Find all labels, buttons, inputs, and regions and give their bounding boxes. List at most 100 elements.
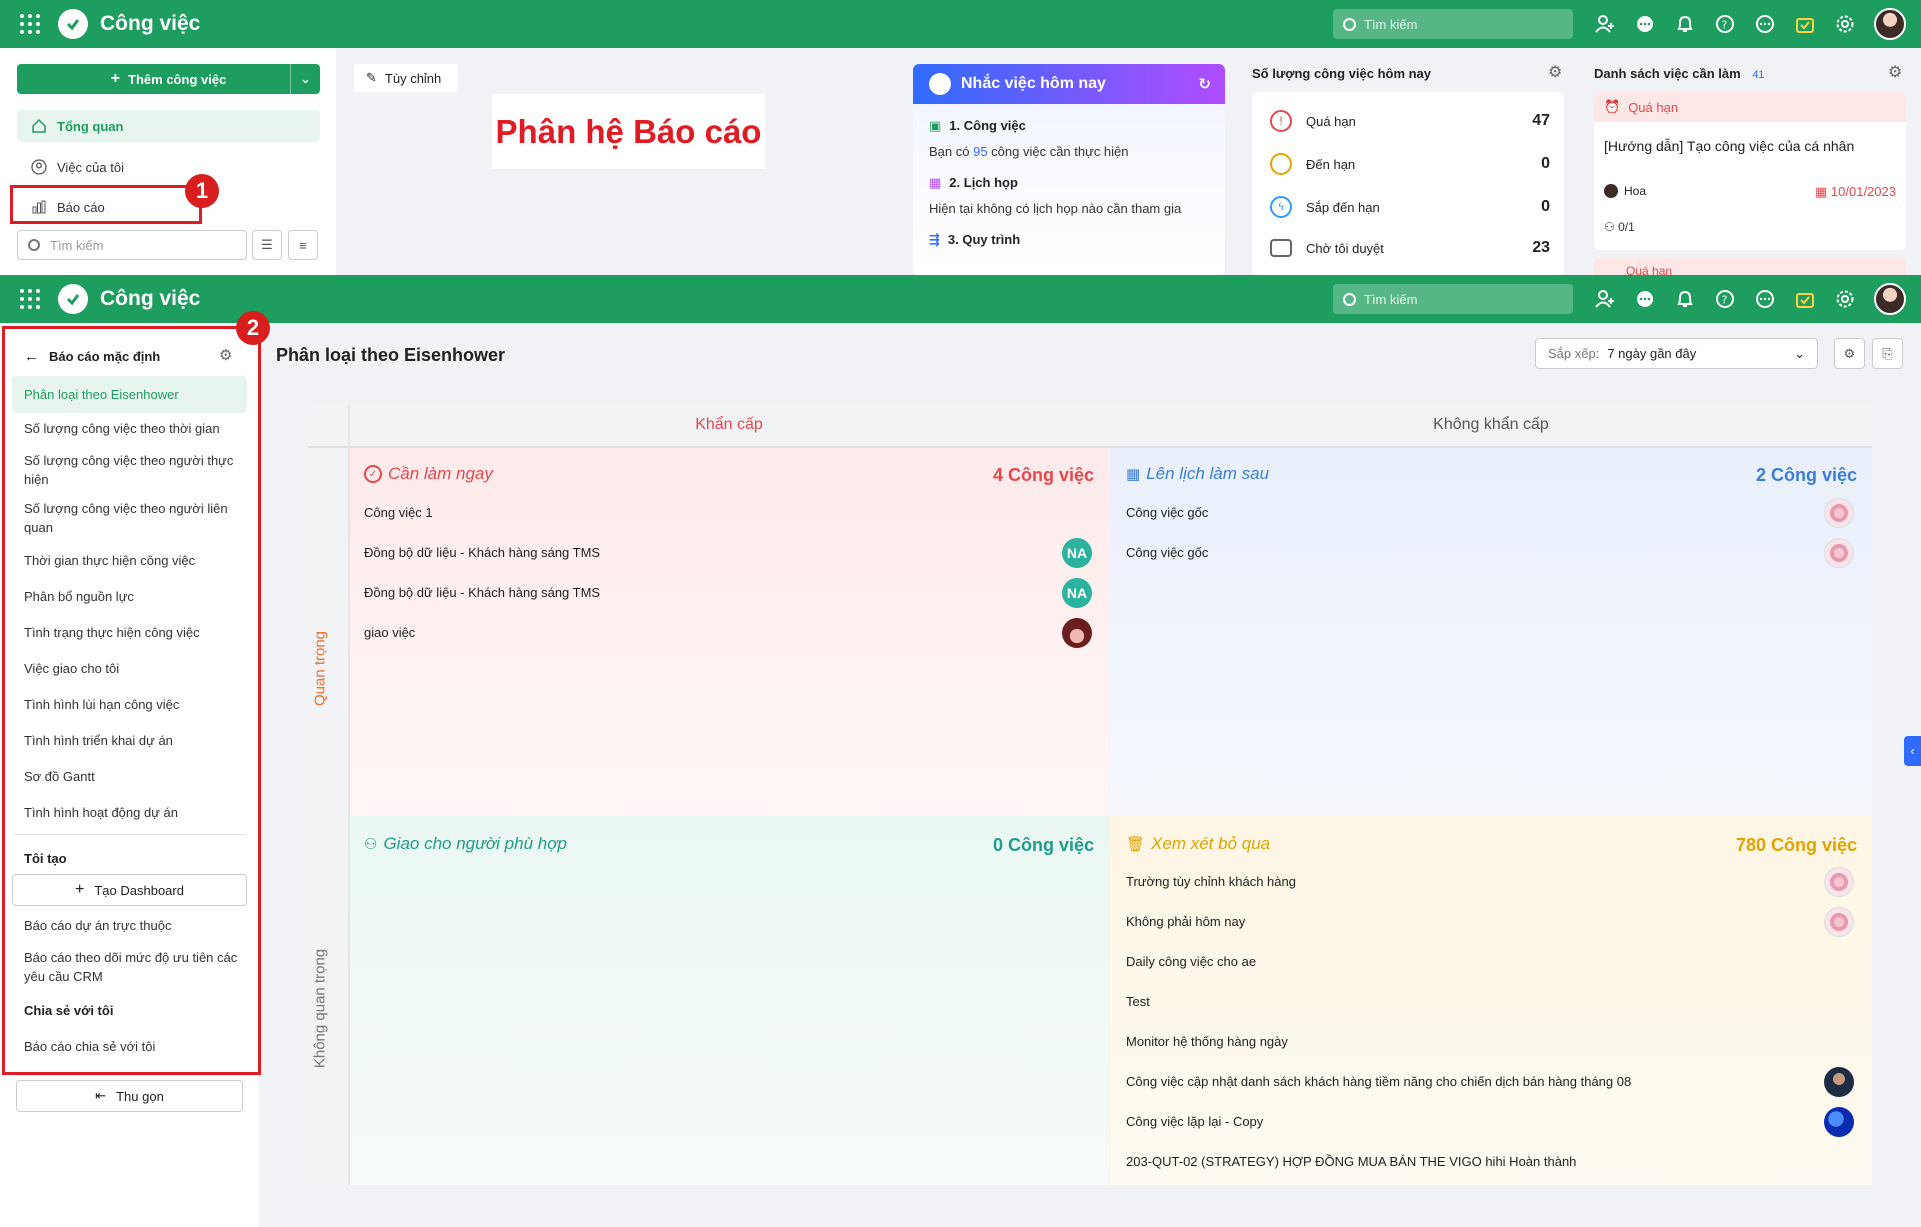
todo-card[interactable]: ⏰ Quá hạn [Hướng dẫn] Tạo công việc của c… xyxy=(1594,92,1906,250)
search-icon xyxy=(1343,17,1356,31)
global-search-input[interactable]: Tìm kiếm xyxy=(1333,284,1573,314)
alert-icon: ! xyxy=(1270,110,1292,132)
bell-icon[interactable] xyxy=(1674,13,1696,35)
assignee-avatar xyxy=(1604,184,1618,198)
filter-icon[interactable]: ≡ xyxy=(288,230,318,260)
collapse-icon: ⇤ xyxy=(95,1088,107,1103)
reports-settings-icon[interactable]: ⚙ xyxy=(219,346,232,364)
report-item[interactable]: Tình hình lùi hạn công việc xyxy=(24,695,244,714)
collapse-button[interactable]: ⇤ Thu gọn xyxy=(16,1080,243,1112)
task-item[interactable]: Công việc lặp lại - Copy xyxy=(1126,1114,1263,1129)
reminder-item-meetings[interactable]: ▦ 2. Lịch họp xyxy=(929,175,1209,191)
chevron-down-icon[interactable]: ⌄ xyxy=(290,64,320,94)
bell-icon[interactable] xyxy=(1674,288,1696,310)
app-grid-icon[interactable] xyxy=(20,289,40,309)
task-item[interactable]: 203-QUT-02 (STRATEGY) HỢP ĐỒNG MUA BÁN T… xyxy=(1126,1154,1576,1169)
todo-task-title[interactable]: [Hướng dẫn] Tạo công việc của cá nhân xyxy=(1594,122,1906,154)
counts-settings-icon[interactable]: ⚙ xyxy=(1548,62,1562,82)
quadrant-do-now xyxy=(350,448,1109,816)
todo-title: Danh sách việc cần làm 41 xyxy=(1594,66,1765,81)
step-badge-1: 1 xyxy=(185,174,219,208)
sort-select[interactable]: Sắp xếp: 7 ngày gần đây ⌄ xyxy=(1535,338,1818,369)
user-circle-icon xyxy=(31,159,47,175)
user-avatar[interactable] xyxy=(1874,8,1906,40)
quadrant-count-eliminate: 780 Công việc xyxy=(1735,835,1857,855)
count-row-upcoming[interactable]: ϟ Sắp đến hạn 0 xyxy=(1270,196,1550,218)
report-item[interactable]: Sơ đồ Gantt xyxy=(24,767,244,786)
reminder-item-tasks[interactable]: ▣ 1. Công việc xyxy=(929,118,1209,134)
report-item[interactable]: Số lượng công việc theo thời gian xyxy=(24,419,244,438)
report-item[interactable]: Tình hình triển khai dự án xyxy=(24,731,244,750)
settings-icon[interactable] xyxy=(1834,13,1856,35)
quadrant-count-schedule: 2 Công việc xyxy=(1755,465,1857,485)
nav-overview[interactable]: Tổng quan xyxy=(17,110,320,142)
task-item[interactable]: Trường tùy chỉnh khách hàng xyxy=(1126,874,1296,889)
todo-settings-icon[interactable]: ⚙ xyxy=(1888,62,1902,82)
quadrant-title-schedule: ▦ Lên lịch làm sau xyxy=(1126,464,1270,483)
reminder-item-process[interactable]: ⇶ 3. Quy trình xyxy=(929,232,1209,248)
sidebar-search-input[interactable]: Tìm kiếm xyxy=(17,230,247,260)
add-user-icon[interactable] xyxy=(1594,13,1616,35)
export-button[interactable]: ⎘ xyxy=(1872,338,1903,369)
column-header-urgent: Khẩn cấp xyxy=(695,416,763,433)
nav-my-tasks[interactable]: Việc của tôi xyxy=(17,151,320,183)
customize-button[interactable]: ✎ Tùy chỉnh xyxy=(354,64,458,92)
task-item[interactable]: Daily công việc cho ae xyxy=(1126,954,1256,969)
app-grid-icon[interactable] xyxy=(20,14,40,34)
task-item[interactable]: Đồng bộ dữ liệu - Khách hàng sáng TMS xyxy=(364,585,600,600)
report-settings-button[interactable]: ⚙ xyxy=(1834,338,1865,369)
task-item[interactable]: Đồng bộ dữ liệu - Khách hàng sáng TMS xyxy=(364,545,600,560)
count-row-awaiting[interactable]: Chờ tôi duyệt 23 xyxy=(1270,239,1550,257)
user-avatar[interactable] xyxy=(1874,283,1906,315)
reminder-body: ▣ 1. Công việc Bạn có 95 công việc cần th… xyxy=(913,104,1225,275)
report-item[interactable]: Phân bổ nguồn lực xyxy=(24,587,244,606)
header-actions: ? xyxy=(1594,8,1906,40)
help-icon[interactable]: ? xyxy=(1714,288,1736,310)
assignee-avatar xyxy=(1824,1067,1854,1097)
report-item[interactable]: Phân loại theo Eisenhower xyxy=(12,376,247,413)
module-banner: Phân hệ Báo cáo xyxy=(492,94,765,169)
expand-panel-handle[interactable]: ‹ xyxy=(1904,736,1921,766)
check-in-icon[interactable] xyxy=(1794,288,1816,310)
report-item[interactable]: Báo cáo chia sẻ với tôi xyxy=(24,1037,244,1056)
report-item[interactable]: Báo cáo theo dõi mức độ ưu tiên các yêu … xyxy=(24,948,244,986)
help-icon[interactable]: ? xyxy=(1714,13,1736,35)
assignee-avatar xyxy=(1824,498,1854,528)
report-item[interactable]: Tình trạng thực hiện công việc xyxy=(24,623,244,642)
report-item[interactable]: Số lượng công việc theo người liên quan xyxy=(24,499,244,537)
task-item[interactable]: Không phải hôm nay xyxy=(1126,914,1245,929)
section-heading-shared: Chia sẻ với tôi xyxy=(24,1003,114,1018)
report-item[interactable]: Báo cáo dự án trực thuộc xyxy=(24,916,244,935)
report-item[interactable]: Số lượng công việc theo người thực hiện xyxy=(24,451,244,489)
alarm-icon: ⏰ xyxy=(1604,99,1621,114)
add-task-button[interactable]: + Thêm công việc ⌄ xyxy=(17,64,320,94)
list-view-toggle-icon[interactable]: ☰ xyxy=(252,230,282,260)
more-icon[interactable] xyxy=(1754,288,1776,310)
task-item[interactable]: Công việc gốc xyxy=(1126,545,1208,560)
more-icon[interactable] xyxy=(1754,13,1776,35)
report-item[interactable]: Việc giao cho tôi xyxy=(24,659,244,678)
chat-icon[interactable] xyxy=(1634,13,1656,35)
create-dashboard-button[interactable]: + Tạo Dashboard xyxy=(12,874,247,906)
task-item[interactable]: Công việc gốc xyxy=(1126,505,1208,520)
reminder-card-header: Nhắc việc hôm nay ↻ xyxy=(913,64,1225,104)
task-item[interactable]: Monitor hệ thống hàng ngày xyxy=(1126,1034,1288,1049)
task-item[interactable]: Công việc 1 xyxy=(364,505,433,520)
global-search-input[interactable]: Tìm kiếm xyxy=(1333,9,1573,39)
back-to-default-reports[interactable]: ← Báo cáo mặc định xyxy=(24,348,160,365)
chat-icon[interactable] xyxy=(1634,288,1656,310)
report-item[interactable]: Thời gian thực hiện công việc xyxy=(24,551,244,570)
task-item[interactable]: Test xyxy=(1126,994,1150,1009)
add-user-icon[interactable] xyxy=(1594,288,1616,310)
task-item[interactable]: giao việc xyxy=(364,625,415,640)
counts-title: Số lượng công việc hôm nay xyxy=(1252,66,1432,81)
settings-icon[interactable] xyxy=(1834,288,1856,310)
check-in-icon[interactable] xyxy=(1794,13,1816,35)
count-row-overdue[interactable]: ! Quá hạn 47 xyxy=(1270,110,1550,132)
calendar-icon: ▦ xyxy=(1815,184,1828,199)
count-row-due[interactable]: Đến hạn 0 xyxy=(1270,153,1550,175)
svg-text:?: ? xyxy=(1722,294,1728,307)
refresh-icon[interactable]: ↻ xyxy=(1198,75,1211,93)
task-item[interactable]: Công việc cập nhật danh sách khách hàng … xyxy=(1126,1074,1631,1089)
report-item[interactable]: Tình hình hoạt động dự án xyxy=(24,803,244,822)
